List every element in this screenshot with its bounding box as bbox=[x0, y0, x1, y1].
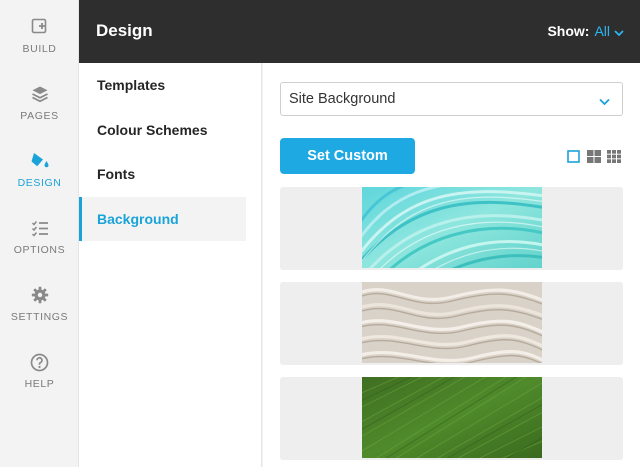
sand-waves-thumbnail bbox=[362, 282, 542, 363]
show-label: Show: bbox=[547, 23, 590, 39]
chevron-down-icon bbox=[614, 24, 624, 40]
rail-item-help[interactable]: HELP bbox=[0, 351, 79, 411]
background-option-teal[interactable] bbox=[280, 187, 623, 270]
design-subnav: Templates Colour Schemes Fonts Backgroun… bbox=[79, 63, 262, 467]
subnav-item-templates[interactable]: Templates bbox=[79, 63, 246, 107]
subnav-item-fonts[interactable]: Fonts bbox=[79, 152, 246, 196]
rail-item-settings[interactable]: SETTINGS bbox=[0, 284, 79, 344]
design-icon bbox=[29, 150, 51, 172]
set-custom-button[interactable]: Set Custom bbox=[280, 138, 415, 174]
help-icon bbox=[29, 351, 51, 373]
grid-2-view-icon[interactable] bbox=[587, 150, 601, 163]
rail-label: DESIGN bbox=[17, 177, 62, 189]
rail-item-build[interactable]: BUILD bbox=[0, 16, 79, 76]
page-title: Design bbox=[96, 21, 153, 40]
background-option-green-leaf[interactable] bbox=[280, 377, 623, 460]
background-type-select[interactable]: Site Background bbox=[280, 82, 623, 116]
rail-item-design[interactable]: DESIGN bbox=[0, 150, 79, 210]
show-filter[interactable]: Show: All bbox=[547, 22, 624, 40]
pages-icon bbox=[29, 83, 51, 105]
build-icon bbox=[29, 16, 51, 38]
green-leaf-thumbnail bbox=[362, 377, 542, 458]
rail-item-options[interactable]: OPTIONS bbox=[0, 217, 79, 277]
subnav-item-colour-schemes[interactable]: Colour Schemes bbox=[79, 108, 246, 152]
settings-icon bbox=[29, 284, 51, 306]
view-mode-toggle bbox=[567, 150, 621, 163]
rail-label: HELP bbox=[24, 378, 55, 390]
grid-3-view-icon[interactable] bbox=[607, 150, 621, 163]
single-view-icon[interactable] bbox=[567, 150, 581, 163]
left-rail: BUILD PAGES DESIGN OPTIONS SETTINGS HELP bbox=[0, 0, 79, 467]
subnav-item-background[interactable]: Background bbox=[79, 197, 246, 241]
rail-label: BUILD bbox=[22, 43, 57, 55]
rail-item-pages[interactable]: PAGES bbox=[0, 83, 79, 143]
options-icon bbox=[29, 217, 51, 239]
rail-label: PAGES bbox=[20, 110, 59, 122]
rail-label: SETTINGS bbox=[10, 311, 69, 323]
top-bar: Design Show: All bbox=[79, 0, 640, 63]
show-value: All bbox=[594, 23, 610, 39]
teal-brush-thumbnail bbox=[362, 187, 542, 268]
chevron-down-icon bbox=[599, 94, 610, 110]
background-panel: Site Background Set Custom bbox=[263, 63, 640, 467]
background-option-sand[interactable] bbox=[280, 282, 623, 365]
rail-label: OPTIONS bbox=[13, 244, 66, 256]
select-value: Site Background bbox=[289, 91, 396, 107]
